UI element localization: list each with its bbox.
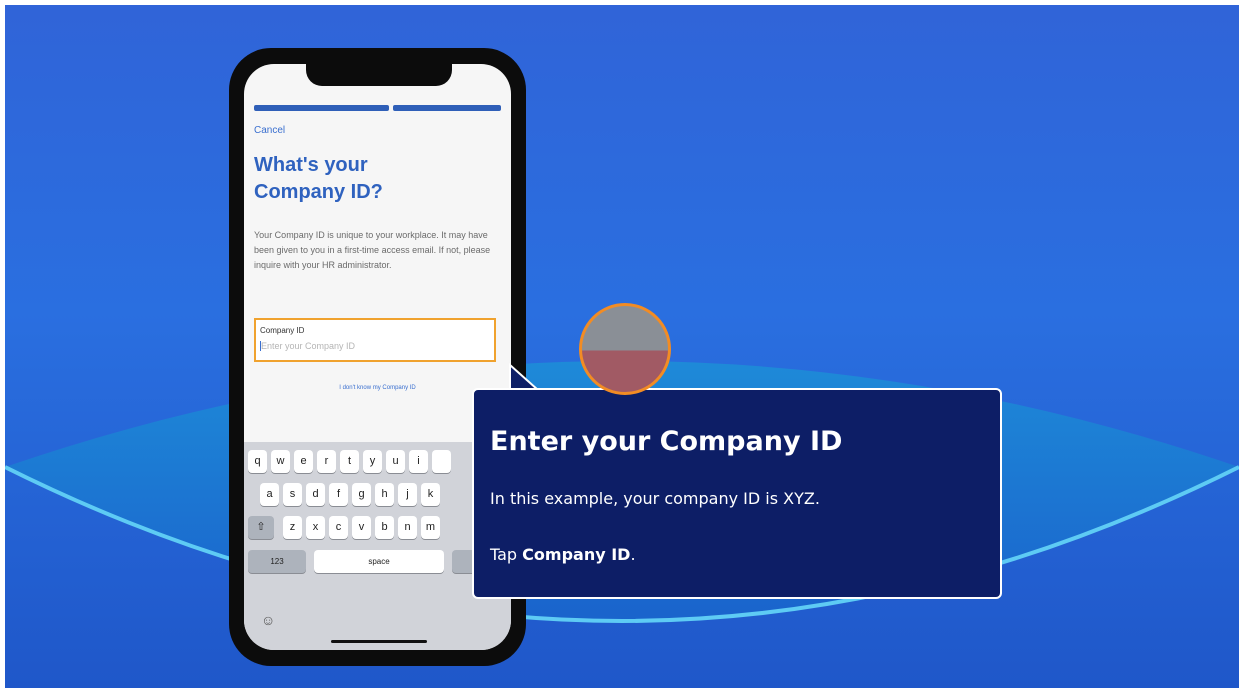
- key-v[interactable]: v: [352, 516, 371, 539]
- page-description: Your Company ID is unique to your workpl…: [254, 230, 491, 270]
- key-n[interactable]: n: [398, 516, 417, 539]
- page-title: What's your Company ID?: [254, 154, 383, 203]
- key-t[interactable]: t: [340, 450, 359, 473]
- progress-step-2: [393, 105, 501, 111]
- key-g[interactable]: g: [352, 483, 371, 506]
- phone-notch: [306, 64, 452, 86]
- tooltip-instruction: Tap Company ID.: [490, 545, 636, 564]
- phone-screen: Cancel What's your Company ID? Your Comp…: [244, 64, 511, 650]
- dont-know-company-id-link[interactable]: I don't know my Company ID: [244, 385, 511, 391]
- key-i[interactable]: i: [409, 450, 428, 473]
- tutorial-stage: Cancel What's your Company ID? Your Comp…: [5, 5, 1239, 688]
- tooltip-instruction-target: Company ID: [522, 545, 631, 564]
- key-e[interactable]: e: [294, 450, 313, 473]
- instruction-tooltip: Enter your Company ID In this example, y…: [472, 388, 1002, 599]
- key-u[interactable]: u: [386, 450, 405, 473]
- key-h[interactable]: h: [375, 483, 394, 506]
- key-x[interactable]: x: [306, 516, 325, 539]
- key-q[interactable]: q: [248, 450, 267, 473]
- tooltip-instruction-prefix: Tap: [490, 545, 523, 564]
- click-target-icon[interactable]: [579, 303, 671, 395]
- key-k[interactable]: k: [421, 483, 440, 506]
- company-id-input[interactable]: [260, 341, 461, 351]
- key-w[interactable]: w: [271, 450, 290, 473]
- key-j[interactable]: j: [398, 483, 417, 506]
- shift-icon: ⇧: [256, 521, 266, 533]
- key-c[interactable]: c: [329, 516, 348, 539]
- key-m[interactable]: m: [421, 516, 440, 539]
- numbers-key[interactable]: 123: [248, 550, 306, 573]
- key-y[interactable]: y: [363, 450, 382, 473]
- key-o[interactable]: [432, 450, 451, 473]
- company-id-label: Company ID: [260, 326, 305, 335]
- tooltip-body: In this example, your company ID is XYZ.: [490, 489, 820, 508]
- cancel-link[interactable]: Cancel: [254, 125, 285, 136]
- home-indicator: [331, 640, 427, 643]
- key-a[interactable]: a: [260, 483, 279, 506]
- emoji-icon[interactable]: ☺: [261, 612, 275, 628]
- shift-key[interactable]: ⇧: [248, 516, 274, 539]
- key-b[interactable]: b: [375, 516, 394, 539]
- key-d[interactable]: d: [306, 483, 325, 506]
- key-r[interactable]: r: [317, 450, 336, 473]
- key-f[interactable]: f: [329, 483, 348, 506]
- onscreen-keyboard: q w e r t y u i a s d f g h j k ⇧ z x c …: [244, 442, 511, 650]
- company-id-field[interactable]: Company ID: [254, 318, 496, 362]
- progress-step-1: [254, 105, 389, 111]
- key-s[interactable]: s: [283, 483, 302, 506]
- space-key[interactable]: space: [314, 550, 444, 573]
- key-z[interactable]: z: [283, 516, 302, 539]
- tooltip-instruction-suffix: .: [630, 545, 636, 564]
- tooltip-title: Enter your Company ID: [490, 426, 843, 457]
